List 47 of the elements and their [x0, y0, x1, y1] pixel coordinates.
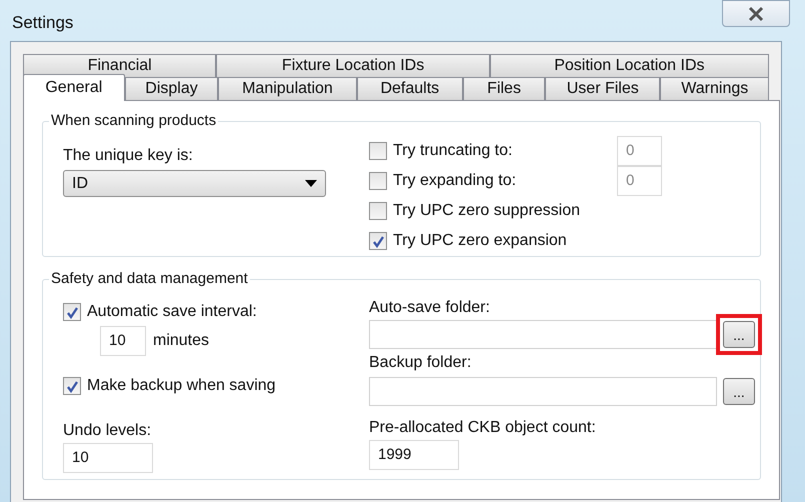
close-button[interactable] [722, 0, 790, 27]
tab[interactable]: Files [463, 77, 546, 100]
number-field[interactable]: 0 [617, 166, 662, 196]
checkbox[interactable] [369, 232, 387, 250]
tab[interactable]: Financial [23, 54, 216, 77]
number-field[interactable]: 0 [617, 136, 662, 166]
window-title: Settings [12, 12, 74, 34]
checkbox[interactable] [369, 172, 387, 190]
folder-field[interactable] [369, 320, 717, 349]
folder-field[interactable] [369, 377, 717, 406]
option-label: Try expanding to: [393, 171, 518, 191]
checkbox[interactable] [369, 142, 387, 160]
tab[interactable]: Display [124, 77, 218, 100]
folder-label: Backup folder: [369, 353, 472, 373]
undo-field[interactable]: 10 [63, 443, 153, 473]
count-field[interactable]: 1999 [369, 440, 459, 470]
option-label: Try truncating to: [393, 141, 514, 161]
tab[interactable]: User Files [545, 77, 660, 100]
tab[interactable]: Defaults [356, 77, 464, 100]
tab[interactable]: Position Location IDs [490, 54, 769, 77]
checkmark-icon [66, 380, 78, 392]
key-dropdown[interactable]: ID [63, 170, 326, 197]
backup-label: Make backup when saving [87, 376, 276, 396]
browse-button[interactable]: ... [723, 378, 755, 405]
checkbox[interactable] [63, 303, 81, 321]
tab[interactable]: Fixture Location IDs [216, 54, 490, 77]
checkmark-icon [372, 234, 384, 248]
interval-field[interactable]: 10 [100, 326, 146, 356]
autosave-label: Automatic save interval: [87, 302, 257, 322]
group-title: When scanning products [49, 111, 218, 131]
ckb-label: Pre-allocated CKB object count: [369, 418, 597, 438]
checkbox[interactable] [369, 202, 387, 220]
checkmark-icon [66, 306, 78, 318]
group-title: Safety and data management [49, 269, 250, 289]
unit-label: minutes [153, 331, 210, 351]
folder-label: Auto-save folder: [369, 298, 491, 318]
browse-button[interactable]: ... [723, 321, 755, 348]
tab[interactable]: General [23, 74, 125, 101]
checkbox[interactable] [63, 377, 81, 395]
key-label: The unique key is: [63, 146, 194, 166]
tab[interactable]: Warnings [660, 77, 770, 100]
tab[interactable]: Manipulation [218, 77, 357, 100]
dropdown-arrow-icon [305, 180, 317, 187]
option-label: Try UPC zero suppression [393, 201, 582, 221]
undo-label: Undo levels: [63, 421, 152, 441]
option-label: Try UPC zero expansion [393, 231, 568, 251]
close-icon [747, 6, 765, 22]
